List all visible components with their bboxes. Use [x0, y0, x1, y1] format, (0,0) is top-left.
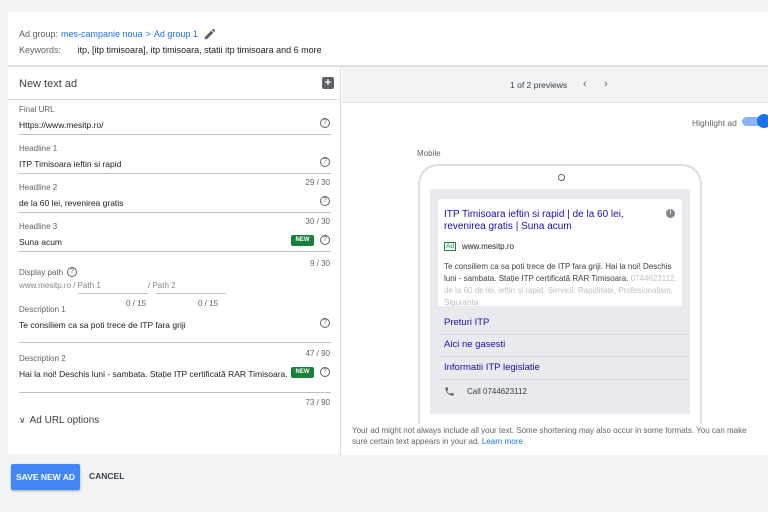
path2-underline: [156, 293, 226, 294]
path2-input[interactable]: / Path 2: [148, 281, 176, 290]
chevron-left-icon[interactable]: ‹: [583, 78, 587, 90]
description2-input[interactable]: Hai la noi! Deschis luni - sambata. Staț…: [19, 369, 288, 379]
sitelink-divider: [440, 379, 688, 380]
form-title: New text ad: [19, 78, 78, 90]
final-url-help-icon[interactable]: ?: [320, 118, 330, 128]
headline1-input[interactable]: ITP Timisoara ieftin si rapid: [19, 159, 121, 169]
campaign-link[interactable]: mes-campanie noua: [61, 29, 143, 39]
display-path-label: Display path ?: [19, 267, 78, 277]
sitelink-divider: [440, 334, 688, 335]
highlight-ad-toggle-knob[interactable]: [757, 114, 768, 128]
preview-count: 1 of 2 previews: [510, 80, 568, 90]
add-ad-icon[interactable]: +: [322, 77, 334, 89]
headline2-input[interactable]: de la 60 lei, revenirea gratis: [19, 198, 123, 208]
ad-preview-url-row: Ad www.mesitp.ro: [444, 242, 514, 251]
headline3-label: Headline 3: [19, 222, 58, 231]
ad-url-options-toggle[interactable]: ∨ Ad URL options: [19, 415, 99, 426]
chevron-right-icon[interactable]: ›: [604, 78, 608, 90]
sitelink-divider: [440, 356, 688, 357]
call-extension[interactable]: Call 0744623112: [444, 386, 527, 397]
form-divider: [8, 99, 341, 100]
sitelink-informatii-itp[interactable]: Informatii ITP legislatie: [444, 362, 540, 373]
headline3-help-icon[interactable]: ?: [320, 235, 330, 245]
description2-new-badge: NEW: [291, 367, 314, 378]
call-number: Call 0744623112: [467, 387, 527, 396]
description1-label: Description 1: [19, 305, 66, 314]
ad-preview-description: Te consiliem ca sa poti trece de ITP far…: [444, 261, 680, 306]
adgroup-header: Ad group: mes-campanie noua > Ad group 1…: [8, 12, 768, 66]
keywords-line: Keywords: itp, [itp timisoara], itp timi…: [19, 45, 322, 55]
mobile-label: Mobile: [417, 149, 441, 158]
sitelink-aici-ne-gasesti[interactable]: Aici ne gasesti: [444, 339, 505, 350]
path1-input[interactable]: www.mesitp.ro / Path 1: [19, 281, 101, 290]
phone-frame: ITP Timisoara ieftin si rapid | de la 60…: [418, 164, 702, 424]
keywords-label: Keywords:: [19, 45, 62, 55]
headline3-count: 9 / 30: [309, 259, 330, 268]
description2-underline: [19, 392, 331, 393]
display-path-text: Display path: [19, 267, 64, 277]
phone-screen: ITP Timisoara ieftin si rapid | de la 60…: [430, 189, 690, 414]
description1-underline: [19, 342, 331, 343]
chevron-down-icon: ∨: [19, 415, 26, 425]
final-url-underline: [19, 134, 331, 135]
headline1-count: 29 / 30: [305, 178, 330, 187]
ad-preview-headline[interactable]: ITP Timisoara ieftin si rapid | de la 60…: [444, 209, 666, 233]
phone-camera-icon: [558, 174, 565, 181]
adgroup-label: Ad group:: [19, 29, 59, 39]
headline1-underline: [19, 173, 331, 174]
final-url-label: Final URL: [19, 105, 55, 114]
ad-label-badge: Ad: [444, 242, 456, 251]
keywords-value: itp, [itp timisoara], itp timisoara, sta…: [77, 45, 322, 55]
display-path-help-icon[interactable]: ?: [67, 267, 78, 277]
final-url-input[interactable]: Https://www.mesitp.ro/: [19, 120, 104, 130]
description1-count: 47 / 90: [305, 349, 330, 358]
highlight-ad-label: Highlight ad: [692, 118, 737, 128]
ad-editor-card: New text ad + Final URL Https://www.mesi…: [8, 66, 768, 455]
preview-disclaimer: Your ad might not always include all you…: [352, 425, 760, 447]
description1-help-icon[interactable]: ?: [320, 318, 330, 328]
headline3-new-badge: NEW: [291, 235, 314, 246]
headline2-label: Headline 2: [19, 183, 58, 192]
ad-url-options-label: Ad URL options: [29, 415, 100, 426]
ad-form: New text ad + Final URL Https://www.mesi…: [8, 67, 341, 455]
headline3-underline: [19, 251, 331, 252]
preview-header: 1 of 2 previews ‹ ›: [342, 67, 768, 103]
learn-more-link[interactable]: Learn more: [482, 437, 523, 446]
info-icon[interactable]: i: [666, 209, 675, 218]
breadcrumb-separator: >: [145, 29, 151, 39]
save-new-ad-button[interactable]: SAVE NEW AD: [11, 464, 80, 490]
sitelink-preturi-itp[interactable]: Preturi ITP: [444, 317, 489, 328]
description2-help-icon[interactable]: ?: [320, 367, 330, 377]
edit-pencil-icon[interactable]: [203, 27, 217, 41]
headline1-help-icon[interactable]: ?: [320, 157, 330, 167]
headline2-count: 30 / 30: [305, 217, 330, 226]
path1-underline: [78, 293, 148, 294]
description1-input[interactable]: Te consiliem ca sa poti trece de ITP far…: [19, 320, 186, 330]
disclaimer-text: Your ad might not always include all you…: [352, 426, 747, 446]
ad-preview-pane: 1 of 2 previews ‹ › Highlight ad Mobile …: [342, 67, 768, 455]
ad-preview-card: ITP Timisoara ieftin si rapid | de la 60…: [438, 199, 682, 306]
headline1-label: Headline 1: [19, 144, 58, 153]
phone-icon: [445, 387, 454, 396]
path2-count: 0 / 15: [198, 299, 219, 308]
description2-label: Description 2: [19, 354, 66, 363]
adgroup-link[interactable]: Ad group 1: [154, 29, 198, 39]
headline2-underline: [19, 212, 331, 213]
ad-preview-url: www.mesitp.ro: [461, 242, 514, 251]
adgroup-breadcrumb: Ad group: mes-campanie noua > Ad group 1: [19, 27, 217, 41]
headline2-help-icon[interactable]: ?: [320, 196, 330, 206]
description2-count: 73 / 90: [305, 398, 330, 407]
headline3-input[interactable]: Suna acum: [19, 237, 62, 247]
cancel-button[interactable]: CANCEL: [89, 471, 124, 481]
path1-count: 0 / 15: [126, 299, 147, 308]
